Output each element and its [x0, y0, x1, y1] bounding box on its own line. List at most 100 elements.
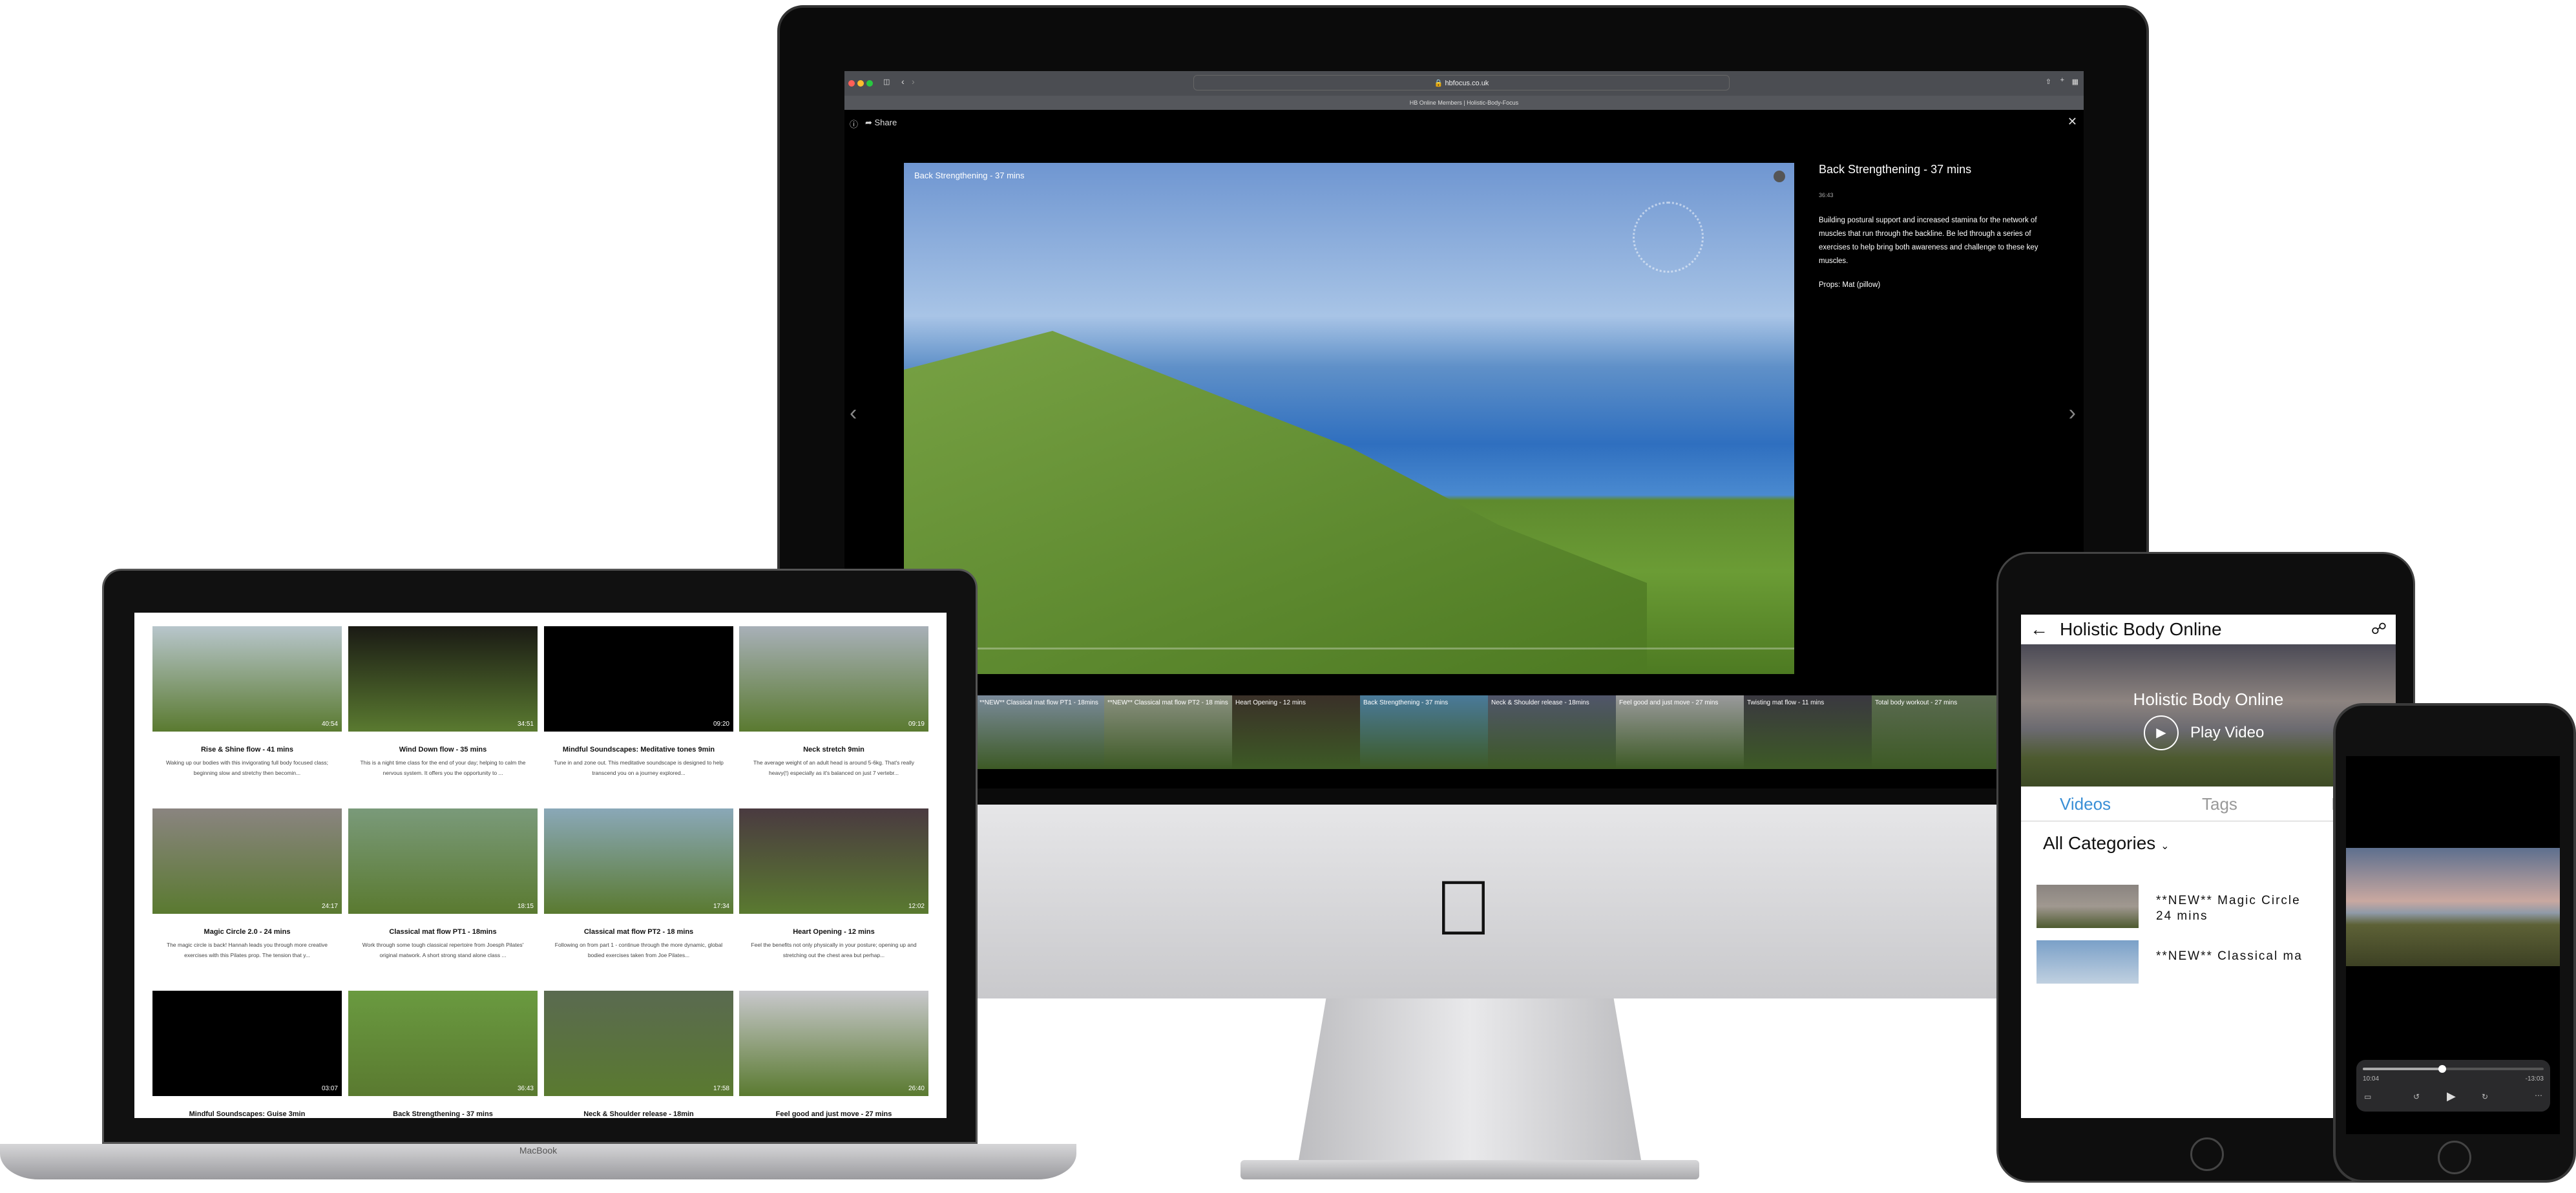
tabs-overview-icon[interactable]: ▦ [2072, 78, 2079, 86]
carousel-thumbnail-title: **NEW** Classical mat flow PT2 - 18 mins [1107, 699, 1228, 706]
video-card[interactable]: 18:15 Classical mat flow PT1 - 18mins Work… [348, 808, 538, 960]
video-thumbnail[interactable]: 34:51 [348, 626, 538, 732]
carousel-thumbnail[interactable]: Neck & Shoulder release - 18mins [1488, 695, 1616, 769]
list-item-subtitle: 24 mins [2156, 909, 2208, 923]
video-card[interactable]: 17:34 Classical mat flow PT2 - 18 mins Fol… [544, 808, 733, 960]
minimize-window-button[interactable] [857, 80, 864, 87]
skip-forward-15-icon[interactable]: ↻ [2482, 1092, 2488, 1101]
info-icon[interactable]: ⓘ [850, 118, 858, 130]
video-title[interactable]: Neck & Shoulder release - 18min [544, 1110, 733, 1118]
carousel-thumbnail-title: Heart Opening - 12 mins [1235, 699, 1306, 706]
video-player[interactable]: Back Strengthening - 37 mins [904, 163, 1794, 674]
video-thumbnail[interactable]: 09:19 [739, 626, 928, 732]
video-title: Back Strengthening - 37 mins [1819, 163, 1972, 176]
video-title[interactable]: Back Strengthening - 37 mins [348, 1110, 538, 1118]
video-title[interactable]: Mindful Soundscapes: Meditative tones 9m… [544, 746, 733, 754]
video-props: Props: Mat (pillow) [1819, 281, 1881, 289]
play-icon[interactable]: ▶ [2447, 1090, 2456, 1103]
video-card[interactable]: 09:19 Neck stretch 9min The average weight… [739, 626, 928, 778]
video-thumbnail[interactable]: 40:54 [152, 626, 342, 732]
carousel-thumbnail[interactable]: **NEW** Classical mat flow PT1 - 18mins [976, 695, 1104, 769]
video-title[interactable]: Heart Opening - 12 mins [739, 928, 928, 936]
play-video-button[interactable]: ▶ Play Video [2144, 715, 2264, 750]
phone-screen: 10:04 -13:03 ▭ ↺ ▶ ↻ ⋯ [2346, 756, 2560, 1134]
close-window-button[interactable] [848, 80, 855, 87]
laptop-brand-label: MacBook [519, 1145, 558, 1156]
airplay-icon[interactable]: ▭ [2364, 1092, 2371, 1101]
video-thumbnail[interactable]: 12:02 [739, 808, 928, 914]
category-select[interactable]: All Categories ⌄ [2043, 833, 2170, 854]
list-item-thumbnail [2037, 940, 2139, 984]
video-thumbnail[interactable]: 36:43 [348, 991, 538, 1096]
share-button[interactable]: ➦ Share [865, 118, 897, 128]
video-title[interactable]: Classical mat flow PT1 - 18mins [348, 928, 538, 936]
next-arrow-icon[interactable]: › [2069, 401, 2076, 426]
apple-logo-icon:  [1425, 866, 1502, 950]
video-card[interactable]: 17:58 Neck & Shoulder release - 18min [544, 991, 733, 1118]
video-card[interactable]: 09:20 Mindful Soundscapes: Meditative ton… [544, 626, 733, 778]
carousel-thumbnail-title: Feel good and just move - 27 mins [1619, 699, 1719, 706]
video-card[interactable]: 36:43 Back Strengthening - 37 mins [348, 991, 538, 1118]
tab-tags[interactable]: Tags [2202, 794, 2237, 814]
video-progress-bar[interactable] [904, 648, 1794, 649]
carousel-thumbnail[interactable]: Back Strengthening - 37 mins [1360, 695, 1488, 769]
video-description: Tune in and zone out. This meditative so… [554, 759, 724, 776]
skip-back-15-icon[interactable]: ↺ [2413, 1092, 2420, 1101]
video-card[interactable]: 34:51 Wind Down flow - 35 mins This is a n… [348, 626, 538, 778]
sidebar-icon[interactable]: ◫ [883, 78, 890, 86]
video-card[interactable]: 26:40 Feel good and just move - 27 mins [739, 991, 928, 1118]
video-thumbnail[interactable]: 09:20 [544, 626, 733, 732]
carousel-thumbnail[interactable]: Heart Opening - 12 mins [1232, 695, 1360, 769]
video-card[interactable]: 40:54 Rise & Shine flow - 41 mins Waking u… [152, 626, 342, 778]
elapsed-time: 10:04 [2363, 1075, 2380, 1082]
tablet-home-button[interactable] [2190, 1137, 2224, 1171]
video-description: Following on from part 1 - continue thro… [554, 942, 723, 958]
video-thumbnail[interactable]: 18:15 [348, 808, 538, 914]
video-title[interactable]: Rise & Shine flow - 41 mins [152, 746, 342, 754]
video-title[interactable]: Feel good and just move - 27 mins [739, 1110, 928, 1118]
tab-videos[interactable]: Videos [2060, 794, 2111, 814]
close-icon[interactable]: ✕ [2068, 115, 2077, 129]
back-arrow-icon[interactable]: ← [2030, 615, 2048, 644]
video-player[interactable] [2346, 848, 2560, 966]
carousel-thumbnail-title: Neck & Shoulder release - 18mins [1491, 699, 1589, 706]
video-thumbnail[interactable]: 26:40 [739, 991, 928, 1096]
share-icon[interactable]: ☍ [2371, 615, 2387, 644]
video-thumbnail[interactable]: 03:07 [152, 991, 342, 1096]
video-description: The magic circle is back! Hannah leads y… [167, 942, 328, 958]
video-thumbnail[interactable]: 24:17 [152, 808, 342, 914]
more-icon[interactable]: ⋯ [2535, 1091, 2542, 1100]
new-tab-icon[interactable]: + [2060, 76, 2064, 84]
play-icon: ▶ [2144, 715, 2179, 750]
carousel-thumbnail[interactable]: Total body workout - 27 mins [1872, 695, 2000, 769]
video-frame-landscape [904, 331, 1647, 674]
share-icon[interactable]: ⇧ [2046, 78, 2051, 86]
prev-arrow-icon[interactable]: ‹ [850, 401, 857, 426]
carousel-thumbnail[interactable]: Feel good and just move - 27 mins [1616, 695, 1744, 769]
video-thumbnail[interactable]: 17:34 [544, 808, 733, 914]
phone-home-button[interactable] [2438, 1141, 2471, 1174]
video-card[interactable]: 12:02 Heart Opening - 12 mins Feel the ben… [739, 808, 928, 960]
video-card[interactable]: 03:07 Mindful Soundscapes: Guise 3min [152, 991, 342, 1118]
video-title[interactable]: Wind Down flow - 35 mins [348, 746, 538, 754]
carousel-thumbnail[interactable]: **NEW** Classical mat flow PT2 - 18 mins [1104, 695, 1232, 769]
maximize-window-button[interactable] [866, 80, 873, 87]
video-thumbnail[interactable]: 17:58 [544, 991, 733, 1096]
carousel-thumbnail[interactable]: Twisting mat flow - 11 mins [1744, 695, 1872, 769]
video-carousel: **NEW** Classical mat flow PT1 - 18mins *… [976, 695, 2000, 769]
scrubber-handle[interactable] [2438, 1065, 2447, 1073]
captions-icon[interactable] [1774, 171, 1785, 182]
video-duration: 03:07 [321, 1085, 338, 1092]
address-bar[interactable]: 🔒 hbfocus.co.uk [1193, 75, 1730, 90]
forward-icon[interactable]: › [912, 76, 915, 87]
video-duration: 09:20 [713, 721, 729, 728]
video-title[interactable]: Mindful Soundscapes: Guise 3min [152, 1110, 342, 1118]
video-card[interactable]: 24:17 Magic Circle 2.0 - 24 mins The magic… [152, 808, 342, 960]
video-overlay-title: Back Strengthening - 37 mins [914, 171, 1025, 180]
tab-title[interactable]: HB Online Members | Holistic-Body-Focus [1410, 100, 1518, 106]
video-title[interactable]: Classical mat flow PT2 - 18 mins [544, 928, 733, 936]
video-title[interactable]: Neck stretch 9min [739, 746, 928, 754]
scrubber[interactable] [2363, 1065, 2544, 1073]
video-title[interactable]: Magic Circle 2.0 - 24 mins [152, 928, 342, 936]
back-icon[interactable]: ‹ [901, 76, 905, 87]
